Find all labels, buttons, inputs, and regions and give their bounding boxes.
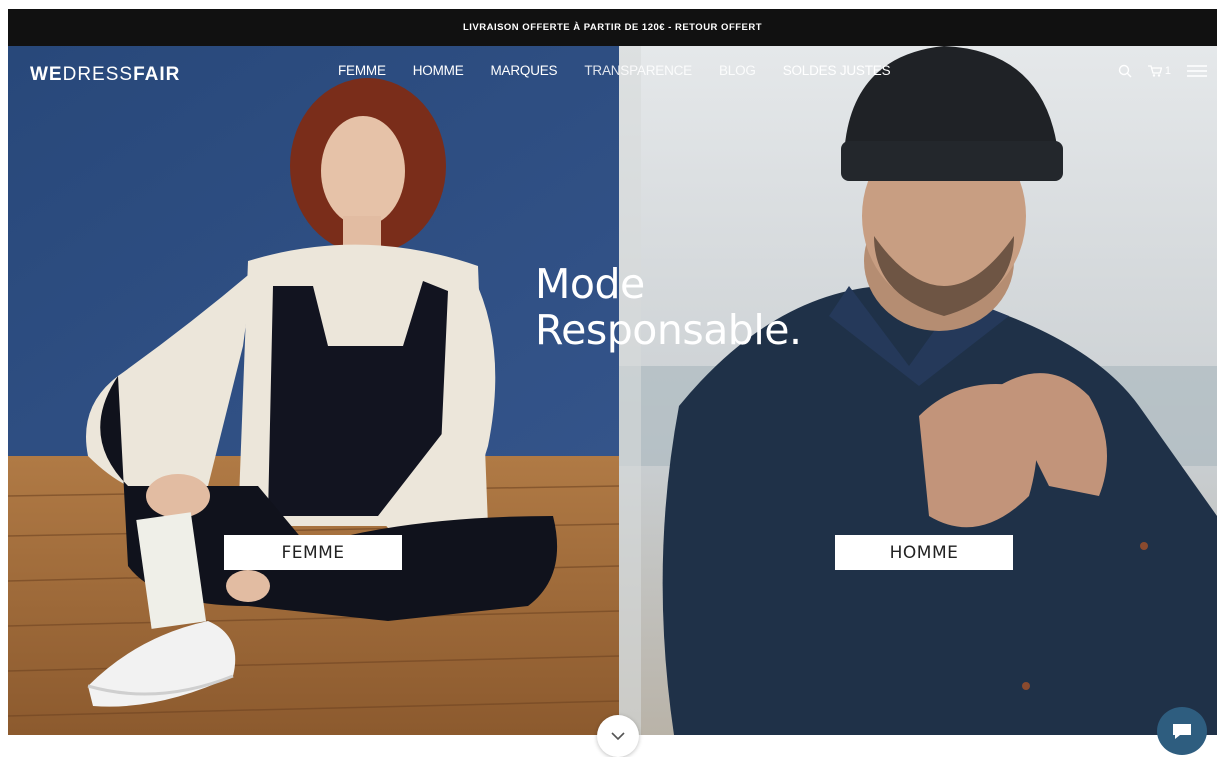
hero-section bbox=[8, 46, 1217, 735]
chat-button[interactable] bbox=[1157, 707, 1207, 755]
logo-part-fair: FAIR bbox=[133, 64, 181, 85]
logo-part-we: WE bbox=[30, 64, 63, 85]
hero-femme-image[interactable] bbox=[8, 46, 619, 735]
nav-item-soldes-justes[interactable]: SOLDES JUSTES bbox=[783, 63, 891, 78]
nav-item-transparence[interactable]: TRANSPARENCE bbox=[584, 63, 692, 78]
femme-cta-button[interactable]: FEMME bbox=[224, 535, 402, 570]
primary-nav: FEMME HOMME MARQUES TRANSPARENCE BLOG SO… bbox=[338, 63, 917, 78]
cart-count: 1 bbox=[1164, 65, 1171, 77]
main-navbar: WEDRESSFAIR FEMME HOMME MARQUES TRANSPAR… bbox=[8, 46, 1217, 102]
chevron-down-icon bbox=[611, 732, 625, 741]
announcement-text: LIVRAISON OFFERTE À PARTIR DE 120€ - RET… bbox=[462, 22, 763, 33]
cart-button[interactable]: 1 bbox=[1147, 65, 1171, 77]
femme-photo bbox=[8, 46, 619, 735]
header-icons: 1 bbox=[1118, 64, 1207, 78]
nav-item-femme[interactable]: FEMME bbox=[338, 63, 386, 78]
hero-headline: Mode Responsable. bbox=[535, 261, 802, 353]
nav-item-homme[interactable]: HOMME bbox=[413, 63, 464, 78]
homme-photo bbox=[619, 46, 1217, 735]
page-frame: LIVRAISON OFFERTE À PARTIR DE 120€ - RET… bbox=[8, 9, 1217, 735]
headline-line-2: Responsable. bbox=[535, 306, 802, 354]
site-logo[interactable]: WEDRESSFAIR bbox=[30, 64, 180, 86]
search-icon[interactable] bbox=[1118, 64, 1132, 78]
headline-line-1: Mode bbox=[535, 260, 645, 308]
nav-item-blog[interactable]: BLOG bbox=[719, 63, 756, 78]
hero-homme-image[interactable] bbox=[619, 46, 1217, 735]
menu-icon[interactable] bbox=[1187, 65, 1207, 77]
homme-cta-button[interactable]: HOMME bbox=[835, 535, 1013, 570]
scroll-down-button[interactable] bbox=[597, 715, 639, 757]
nav-item-marques[interactable]: MARQUES bbox=[491, 63, 558, 78]
cart-icon bbox=[1147, 65, 1162, 77]
chat-icon bbox=[1173, 724, 1191, 739]
logo-part-dress: DRESS bbox=[62, 64, 134, 85]
announcement-bar: LIVRAISON OFFERTE À PARTIR DE 120€ - RET… bbox=[8, 9, 1217, 46]
